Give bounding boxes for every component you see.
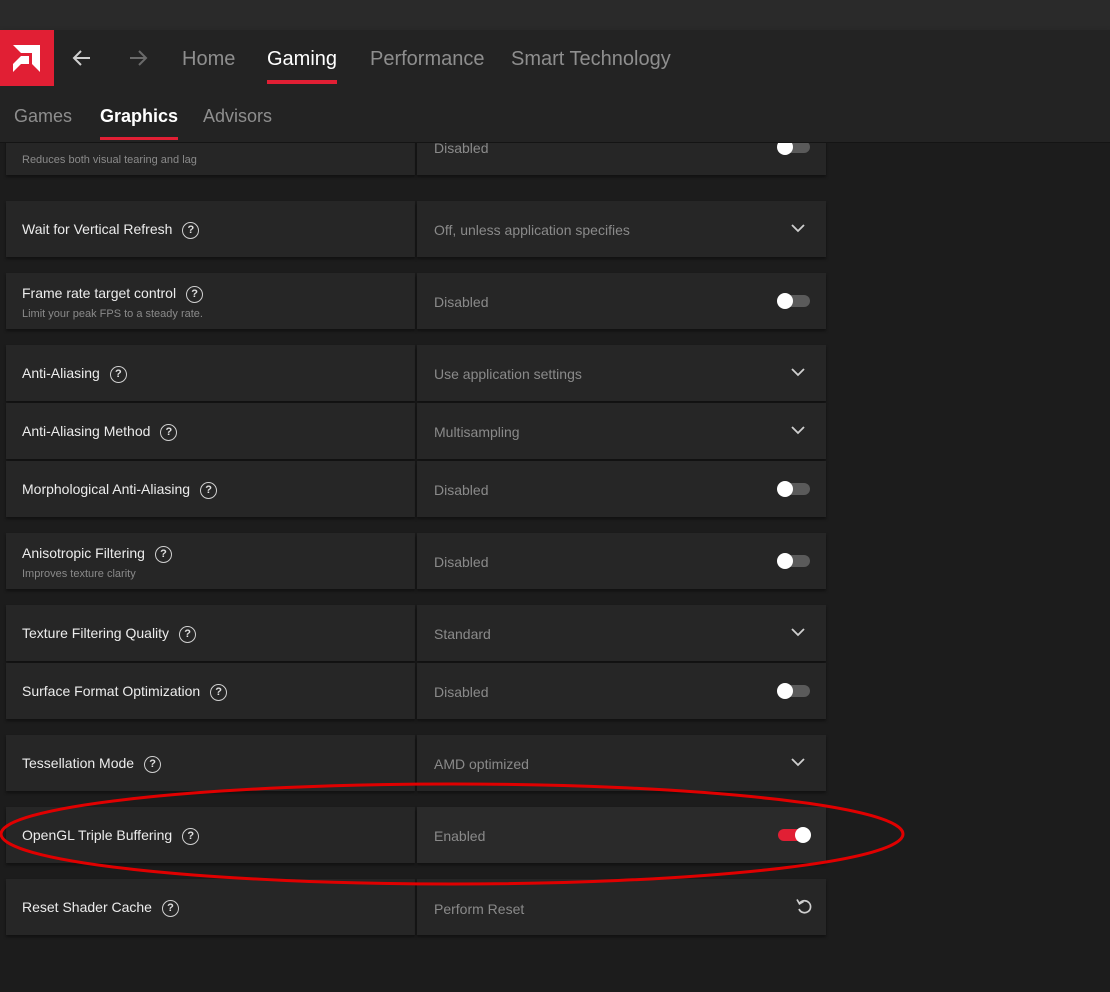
toggle-switch[interactable] <box>777 683 810 699</box>
setting-value: Use application settings <box>434 366 582 382</box>
setting-value: Perform Reset <box>434 901 525 917</box>
setting-description: Improves texture clarity <box>22 568 136 580</box>
setting-label: Anti-Aliasing Method <box>22 423 151 439</box>
help-circle-icon[interactable]: ? <box>144 755 162 773</box>
setting-label: Anti-Aliasing <box>22 365 100 381</box>
setting-row-anti-aliasing: Anti-Aliasing? Use application settings <box>6 345 826 401</box>
toggle-knob <box>777 481 793 497</box>
amd-logo-icon[interactable] <box>0 30 54 86</box>
setting-row-wait-for-vertical-refresh: Wait for Vertical Refresh? Off, unless a… <box>6 201 826 257</box>
tab-smart-technology[interactable]: Smart Technology <box>511 48 671 71</box>
setting-row-partial: Reduces both visual tearing and lag Disa… <box>6 143 826 175</box>
setting-description: Limit your peak FPS to a steady rate. <box>22 308 203 320</box>
toggle-switch[interactable] <box>777 481 810 497</box>
help-circle-icon[interactable]: ? <box>109 365 127 383</box>
setting-row-frame-rate-target-control: Frame rate target control? Limit your pe… <box>6 273 826 329</box>
setting-value: Off, unless application specifies <box>434 222 630 238</box>
setting-row-anisotropic-filtering: Anisotropic Filtering? Improves texture … <box>6 533 826 589</box>
setting-value: Disabled <box>434 554 489 570</box>
subtab-graphics[interactable]: Graphics <box>100 106 179 140</box>
toggle-switch[interactable] <box>777 143 810 155</box>
toggle-knob <box>777 293 793 309</box>
sub-nav-bar: Games Graphics Advisors <box>0 86 1110 143</box>
setting-label: Anisotropic Filtering <box>22 545 145 561</box>
toggle-knob <box>777 553 793 569</box>
setting-value: Standard <box>434 626 491 642</box>
back-arrow-icon[interactable] <box>70 46 94 70</box>
toggle-switch[interactable] <box>777 553 810 569</box>
setting-label: Texture Filtering Quality <box>22 625 170 641</box>
toggle-knob <box>777 143 793 155</box>
setting-row-anti-aliasing-method: Anti-Aliasing Method? Multisampling <box>6 403 826 459</box>
setting-value: Disabled <box>434 143 489 156</box>
title-bar <box>0 0 1110 30</box>
help-circle-icon[interactable]: ? <box>186 285 204 303</box>
reset-icon <box>796 899 812 914</box>
setting-label: Surface Format Optimization <box>22 683 201 699</box>
setting-value: Disabled <box>434 294 489 310</box>
setting-label: Wait for Vertical Refresh <box>22 221 173 237</box>
setting-label: Reset Shader Cache <box>22 899 152 915</box>
chevron-down-icon <box>791 368 805 377</box>
setting-row-surface-format-optimization: Surface Format Optimization? Disabled <box>6 663 826 719</box>
setting-label: Frame rate target control <box>22 285 177 301</box>
dropdown[interactable]: Standard <box>417 605 826 661</box>
tab-gaming[interactable]: Gaming <box>267 48 338 84</box>
setting-value: AMD optimized <box>434 756 529 772</box>
tab-performance[interactable]: Performance <box>370 48 485 71</box>
setting-value: Multisampling <box>434 424 520 440</box>
help-circle-icon[interactable]: ? <box>160 423 178 441</box>
help-circle-icon[interactable]: ? <box>161 899 179 917</box>
dropdown[interactable]: Use application settings <box>417 345 826 401</box>
setting-value: Disabled <box>434 482 489 498</box>
chevron-down-icon <box>791 758 805 767</box>
setting-description: Reduces both visual tearing and lag <box>22 154 197 166</box>
highlight-annotation-ellipse <box>0 782 905 886</box>
forward-arrow-icon[interactable] <box>126 46 150 70</box>
setting-label: Tessellation Mode <box>22 755 135 771</box>
help-circle-icon[interactable]: ? <box>200 481 218 499</box>
toggle-switch[interactable] <box>777 293 810 309</box>
help-circle-icon[interactable]: ? <box>210 683 228 701</box>
toggle-knob <box>777 683 793 699</box>
dropdown[interactable]: Off, unless application specifies <box>417 201 826 257</box>
subtab-games[interactable]: Games <box>14 106 72 127</box>
tab-home[interactable]: Home <box>182 48 235 71</box>
setting-row-morphological-anti-aliasing: Morphological Anti-Aliasing? Disabled <box>6 461 826 517</box>
chevron-down-icon <box>791 628 805 637</box>
help-circle-icon[interactable]: ? <box>179 625 197 643</box>
help-circle-icon[interactable]: ? <box>182 221 200 239</box>
help-circle-icon[interactable]: ? <box>154 545 172 563</box>
setting-row-texture-filtering-quality: Texture Filtering Quality? Standard <box>6 605 826 661</box>
subtab-advisors[interactable]: Advisors <box>203 106 272 127</box>
chevron-down-icon <box>791 224 805 233</box>
setting-value: Disabled <box>434 684 489 700</box>
dropdown[interactable]: Multisampling <box>417 403 826 459</box>
chevron-down-icon <box>791 426 805 435</box>
top-nav-bar: Home Gaming Performance Smart Technology <box>0 30 1110 86</box>
setting-label: Morphological Anti-Aliasing <box>22 481 191 497</box>
